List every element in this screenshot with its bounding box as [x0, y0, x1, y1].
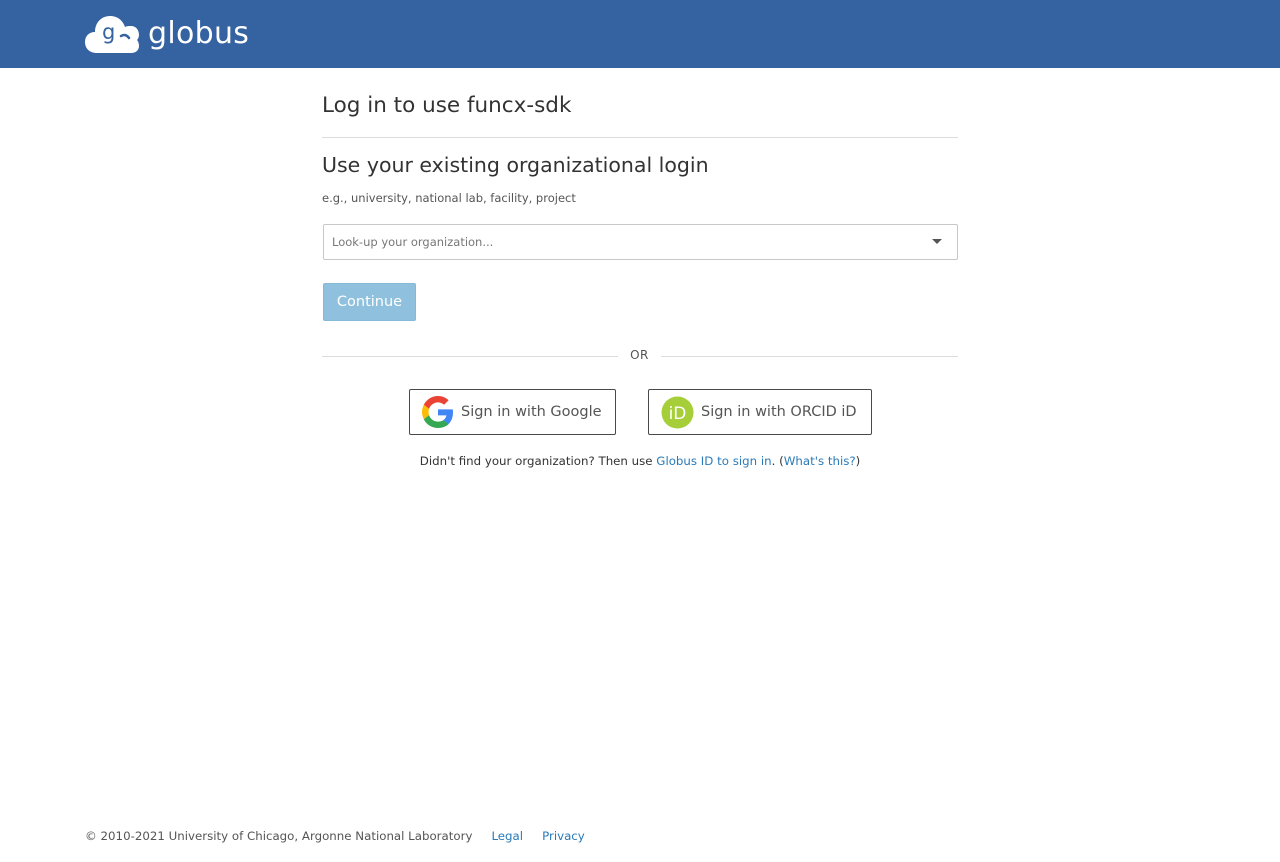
sign-in-with-google-button[interactable]: Sign in with Google: [409, 389, 616, 435]
help-prefix-text: Didn't find your organization? Then use: [419, 454, 657, 468]
globus-logo-text: globus: [148, 16, 250, 51]
whats-this-link[interactable]: What's this?: [784, 454, 856, 468]
globus-id-sign-in-link[interactable]: Globus ID to sign in: [656, 454, 771, 468]
organizational-login-heading: Use your existing organizational login: [322, 153, 709, 177]
google-g-icon: [422, 396, 453, 428]
title-divider: [322, 137, 958, 138]
page-footer: © 2010-2021 University of Chicago, Argon…: [85, 827, 585, 845]
alternative-login-help: Didn't find your organization? Then use …: [322, 452, 958, 470]
sign-in-with-orcid-button[interactable]: iD Sign in with ORCID iD: [648, 389, 872, 435]
svg-text:iD: iD: [669, 404, 687, 424]
continue-button[interactable]: Continue: [323, 283, 416, 321]
privacy-link[interactable]: Privacy: [542, 829, 585, 843]
or-label: OR: [630, 348, 649, 362]
help-suffix-text: ): [855, 454, 861, 468]
dropdown-caret-icon[interactable]: [932, 239, 942, 244]
legal-link[interactable]: Legal: [491, 829, 523, 843]
globus-cloud-logo-icon: g: [85, 16, 139, 53]
orcid-button-label: Sign in with ORCID iD: [701, 404, 857, 420]
or-divider-left: [322, 356, 618, 357]
organization-lookup-input[interactable]: [332, 225, 922, 259]
google-button-label: Sign in with Google: [461, 404, 602, 420]
copyright-text: © 2010-2021 University of Chicago, Argon…: [85, 829, 473, 843]
help-mid-text: . (: [771, 454, 784, 468]
svg-text:g: g: [102, 20, 115, 44]
organization-hint: e.g., university, national lab, facility…: [322, 191, 576, 205]
top-header-bar: g globus: [0, 0, 1280, 68]
orcid-id-icon: iD: [661, 396, 694, 428]
globus-logo-link[interactable]: g globus: [85, 13, 249, 55]
or-divider-right: [661, 356, 958, 357]
page-title: Log in to use funcx-sdk: [322, 93, 572, 118]
organization-lookup-select[interactable]: [323, 224, 958, 260]
